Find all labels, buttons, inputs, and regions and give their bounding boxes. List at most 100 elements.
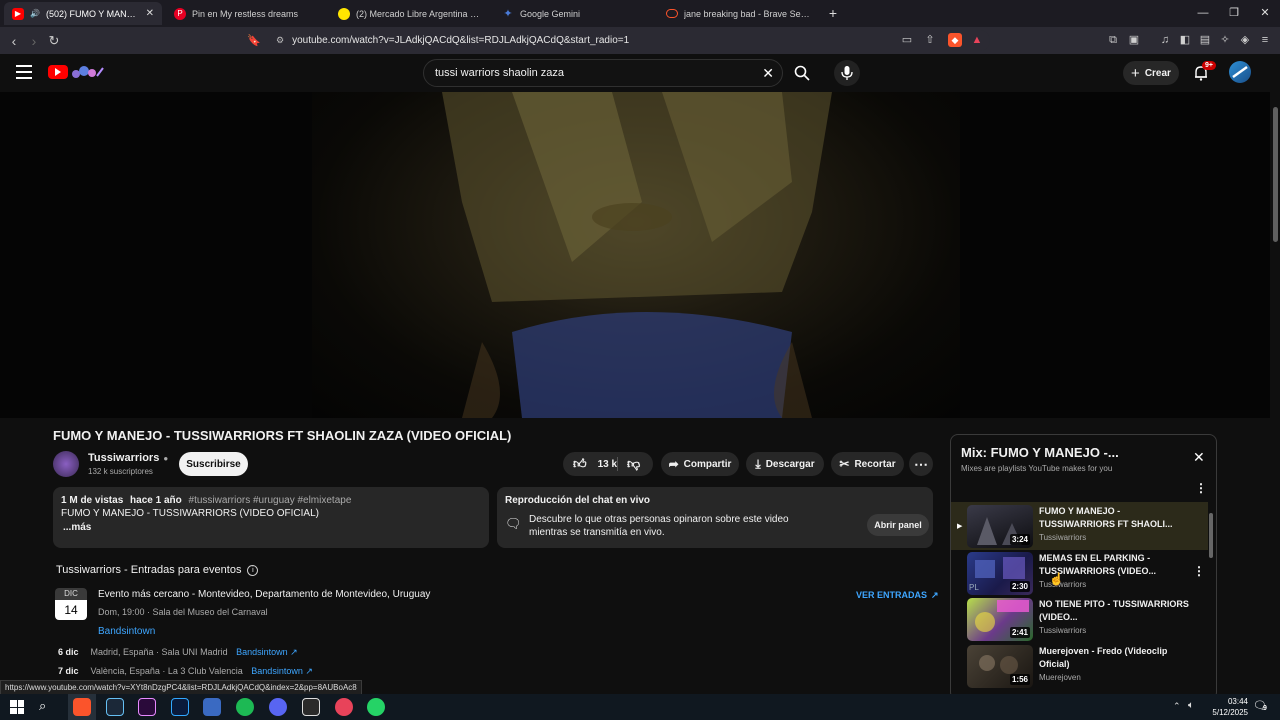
- description-box[interactable]: 1 M de vistas hace 1 año #tussiwarriors …: [53, 487, 489, 548]
- close-playlist-icon[interactable]: ✕: [1193, 449, 1205, 466]
- share-button[interactable]: ➦ Compartir: [661, 452, 739, 476]
- tray-overflow-icon[interactable]: ⌃: [1173, 701, 1181, 712]
- download-button[interactable]: ⤓ Descargar: [746, 452, 824, 476]
- clock-time: 03:44: [1227, 697, 1248, 706]
- more-actions-icon[interactable]: ⋯: [909, 452, 933, 476]
- open-panel-button[interactable]: Abrir panel: [867, 514, 929, 536]
- reload-icon[interactable]: ↻: [44, 31, 64, 51]
- dislike-icon[interactable]: 👎︎: [627, 456, 640, 472]
- page-scrollbar[interactable]: [1271, 92, 1280, 692]
- hamburger-menu-icon[interactable]: [16, 65, 32, 79]
- playlist-item-title: Muerejoven - Fredo (Videoclip Oficial): [1039, 646, 1168, 669]
- site-info-icon[interactable]: ⚙: [276, 35, 284, 46]
- close-window-icon[interactable]: ✕: [1250, 4, 1280, 22]
- link-preview-status: https://www.youtube.com/watch?v=XYt8nDzg…: [0, 680, 362, 695]
- item-menu-icon[interactable]: ⋮: [1193, 564, 1205, 578]
- hashtags[interactable]: #tussiwarriors #uruguay #elmixetape: [189, 495, 352, 506]
- tab-brave-search[interactable]: jane breaking bad - Brave Search: [658, 2, 818, 25]
- restore-icon[interactable]: ❐: [1219, 4, 1249, 22]
- external-link-icon: ↗: [931, 590, 939, 600]
- playlist-item[interactable]: PL 2:30 MEMAS EN EL PARKING - TUSSIWARRI…: [959, 552, 1205, 597]
- search-button[interactable]: [783, 59, 821, 87]
- event-row[interactable]: 7 dic València, España · La 3 Club Valen…: [58, 666, 313, 677]
- screenshot-icon[interactable]: ▣: [1127, 33, 1141, 47]
- clip-button[interactable]: ✂ Recortar: [831, 452, 904, 476]
- media-icon[interactable]: ♫: [1158, 33, 1172, 47]
- microsoft-store-icon[interactable]: [203, 698, 221, 716]
- channel-avatar[interactable]: [53, 451, 79, 477]
- minimize-icon[interactable]: —: [1188, 4, 1218, 22]
- cast-icon[interactable]: ▭: [900, 33, 914, 47]
- video-player[interactable]: [0, 92, 1270, 418]
- extensions-icon[interactable]: ⧉: [1106, 33, 1120, 47]
- volume-icon[interactable]: 🔈︎: [1188, 700, 1194, 711]
- sidebar-icon[interactable]: ◧: [1178, 33, 1192, 47]
- notifications-button[interactable]: 9+: [1192, 61, 1216, 82]
- avatar[interactable]: [1229, 61, 1251, 83]
- windows-start-icon[interactable]: [10, 700, 24, 714]
- discord-icon[interactable]: [269, 698, 287, 716]
- playlist-menu-icon[interactable]: ⋮: [1195, 481, 1207, 495]
- playlist-item[interactable]: ▶ 3:24 FUMO Y MANEJO - TUSSIWARRIORS FT …: [957, 505, 1202, 550]
- playlist-item[interactable]: 2:41 NO TIENE PITO - TUSSIWARRIORS (VIDE…: [959, 598, 1202, 643]
- event-row-provider[interactable]: Bandsintown: [236, 647, 288, 657]
- vpn-icon[interactable]: ◈: [1238, 33, 1252, 47]
- download-label: Descargar: [765, 458, 815, 470]
- playlist-item[interactable]: 1:56 Muerejoven - Fredo (Videoclip Ofici…: [959, 645, 1202, 690]
- tab-gemini[interactable]: ✦ Google Gemini: [494, 2, 654, 25]
- event-provider-link[interactable]: Bandsintown: [98, 626, 155, 637]
- taskbar-search-icon[interactable]: ⌕: [39, 698, 46, 714]
- subscribe-button[interactable]: Suscribirse: [179, 452, 248, 476]
- whatsapp-icon[interactable]: [367, 698, 385, 716]
- pinterest-favicon-icon: P: [174, 7, 186, 20]
- page-scrollbar-thumb[interactable]: [1273, 107, 1278, 242]
- playlist-item-channel: Muerejoven: [1039, 673, 1081, 682]
- address-url: youtube.com/watch?v=JLAdkjQACdQ&list=RDJ…: [292, 35, 630, 46]
- youtube-doodle-icon[interactable]: [70, 63, 106, 81]
- voice-search-button[interactable]: [834, 60, 860, 86]
- bookmark-icon[interactable]: 🔖: [244, 31, 264, 51]
- share-icon[interactable]: ⇧: [923, 33, 937, 47]
- brave-shields-icon[interactable]: ◆: [948, 33, 962, 47]
- notifications-badge: 9+: [1202, 61, 1216, 70]
- playlist-subtitle: Mixes are playlists YouTube makes for yo…: [961, 464, 1113, 473]
- tab-mercado-libre[interactable]: (2) Mercado Libre Argentina - Envíos: [330, 2, 490, 25]
- like-icon[interactable]: 👍︎: [573, 456, 587, 472]
- tab-youtube[interactable]: ▶ 🔊 (502) FUMO Y MANEJO - TUSSIWAR ✕: [4, 2, 162, 25]
- steam-icon[interactable]: [106, 698, 124, 716]
- browser-toolbar: ‹ › ↻ 🔖 ⚙ youtube.com/watch?v=JLAdkjQACd…: [0, 27, 1280, 54]
- spotify-icon[interactable]: [236, 698, 254, 716]
- like-count[interactable]: 13 k: [598, 459, 617, 470]
- playlist-scrollbar-thumb[interactable]: [1209, 513, 1213, 558]
- chat-bubble-icon: 🗨: [505, 516, 522, 531]
- new-tab-icon[interactable]: +: [818, 4, 848, 22]
- epic-games-icon[interactable]: [302, 698, 320, 716]
- brave-rewards-icon[interactable]: ▲: [970, 33, 984, 47]
- channel-name-link[interactable]: Tussiwarriors ●: [88, 452, 168, 464]
- create-button[interactable]: + Crear: [1123, 61, 1179, 85]
- tab-pinterest[interactable]: P Pin en My restless dreams: [166, 2, 326, 25]
- forward-icon[interactable]: ›: [24, 31, 44, 51]
- menu-icon[interactable]: ≡: [1258, 33, 1272, 47]
- event-row[interactable]: 6 dic Madrid, España · Sala UNI Madrid B…: [58, 647, 298, 658]
- address-bar[interactable]: ⚙ youtube.com/watch?v=JLAdkjQACdQ&list=R…: [270, 30, 990, 51]
- back-icon[interactable]: ‹: [4, 31, 24, 51]
- photoshop-icon[interactable]: [171, 698, 189, 716]
- event-row-provider[interactable]: Bandsintown: [251, 666, 303, 676]
- info-icon[interactable]: i: [247, 564, 259, 576]
- leo-ai-icon[interactable]: ✧: [1218, 33, 1232, 47]
- youtube-logo-icon[interactable]: [48, 65, 68, 79]
- brave-browser-icon[interactable]: [73, 698, 91, 716]
- premiere-icon[interactable]: [138, 698, 156, 716]
- clock[interactable]: 03:44 5/12/2025: [1198, 696, 1248, 718]
- show-more-link[interactable]: ...más: [63, 522, 91, 533]
- audio-playing-icon[interactable]: 🔊: [30, 9, 40, 18]
- duration-badge: 2:41: [1009, 627, 1030, 638]
- vpn-app-icon[interactable]: [335, 698, 353, 716]
- tickets-button[interactable]: VER ENTRADAS ↗: [856, 590, 939, 601]
- search-input[interactable]: tussi warriors shaolin zaza ✕: [423, 59, 783, 87]
- wallet-icon[interactable]: ▤: [1198, 33, 1212, 47]
- clear-search-icon[interactable]: ✕: [762, 65, 774, 82]
- close-tab-icon[interactable]: ✕: [146, 8, 154, 19]
- event-row-date: 7 dic: [58, 666, 79, 676]
